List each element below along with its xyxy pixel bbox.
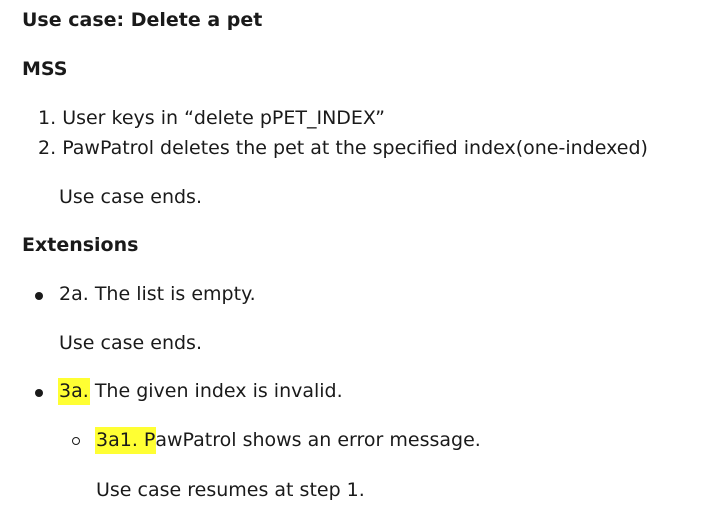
highlighted-extension-label: 3a.	[58, 378, 90, 405]
extension-3a: 3a. The given index is invalid.	[58, 378, 343, 405]
extension-2a-end-note: Use case ends.	[59, 332, 202, 354]
bullet-circle-icon	[72, 437, 80, 445]
extension-3a1-end-note: Use case resumes at step 1.	[96, 479, 365, 501]
extension-2a: 2a. The list is empty.	[59, 285, 256, 304]
extension-text: The given index is invalid.	[88, 380, 343, 402]
mss-step-number: 2.	[38, 137, 57, 159]
mss-heading: MSS	[22, 58, 68, 80]
mss-step-number: 1.	[38, 107, 57, 129]
extensions-heading: Extensions	[22, 234, 139, 256]
sub-extension-text: awPatrol shows an error message.	[155, 429, 481, 451]
bullet-disc-icon	[35, 389, 43, 397]
extension-label: 2a.	[59, 283, 89, 305]
use-case-title: Use case: Delete a pet	[22, 9, 263, 31]
mss-step-2: 2. PawPatrol deletes the pet at the spec…	[38, 139, 648, 158]
bullet-disc-icon	[35, 292, 43, 300]
mss-step-1: 1. User keys in “delete pPET_INDEX”	[38, 109, 385, 128]
mss-step-text: PawPatrol deletes the pet at the specifi…	[62, 137, 648, 159]
mss-end-note: Use case ends.	[59, 186, 202, 208]
extension-3a1: 3a1. PawPatrol shows an error message.	[95, 427, 481, 454]
highlighted-sub-extension-label: 3a1. P	[95, 427, 157, 454]
extension-text: The list is empty.	[88, 283, 256, 305]
mss-step-text: User keys in “delete pPET_INDEX”	[62, 107, 386, 129]
